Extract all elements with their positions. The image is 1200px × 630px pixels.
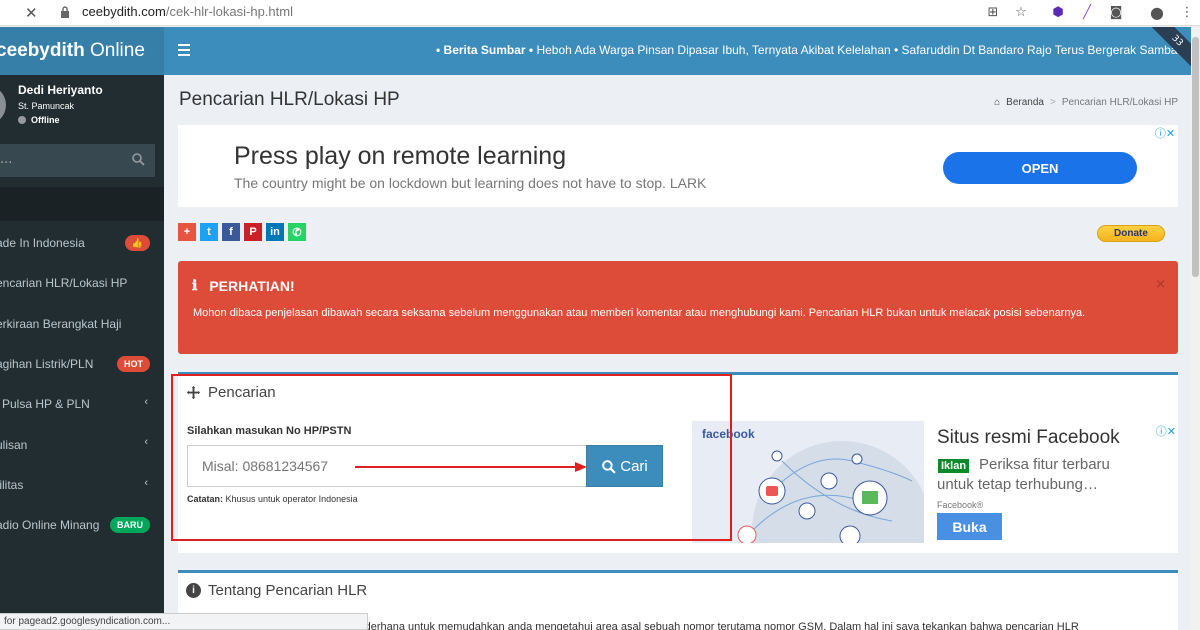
- browser-toolbar: ✕ ceebydith.com/cek-hlr-lokasi-hp.html ⊞…: [0, 0, 1200, 26]
- site-logo[interactable]: ceebydith Online: [0, 27, 164, 75]
- info-circle-icon: i: [186, 583, 201, 598]
- sidebar-item-label: adio Online Minang: [0, 518, 100, 533]
- profile-icon[interactable]: ●: [1148, 3, 1166, 22]
- logo-bold: ceebydith: [0, 40, 85, 61]
- info-icon: ℹ: [192, 277, 198, 293]
- status-dot-icon: [18, 116, 26, 124]
- pinterest-icon[interactable]: P: [244, 223, 262, 241]
- breadcrumb-separator: >: [1049, 97, 1056, 108]
- sidebar-item-label: ade In Indonesia: [0, 236, 85, 251]
- sidebar-item-label: tilitas: [0, 477, 24, 492]
- bookmark-star-icon[interactable]: ☆: [1012, 3, 1030, 21]
- ad-badge: Iklan: [938, 459, 970, 473]
- fb-ad-headline[interactable]: Situs resmi Facebook: [937, 427, 1120, 449]
- logo-rest: Online: [84, 40, 145, 61]
- sidebar: ceebydith Online Dedi Heriyanto St. Pamu…: [0, 27, 164, 630]
- sidebar-item-label: agihan Listrik/PLN: [0, 357, 94, 372]
- chevron-left-icon: ‹: [144, 396, 148, 409]
- sidebar-item-label: erkiraan Berangkat Haji: [0, 316, 122, 331]
- breadcrumb-current: Pencarian HLR/Lokasi HP: [1061, 97, 1178, 108]
- warning-alert: ℹ PERHATIAN! Mohon dibaca penjelasan diba…: [178, 261, 1178, 354]
- extension-cube-icon[interactable]: ⬢: [1049, 3, 1067, 21]
- sidebar-header: [0, 187, 164, 221]
- news-ticker[interactable]: • Berita Sumbar • Heboh Ada Warga Pinsan…: [436, 43, 1184, 57]
- sidebar-search-input[interactable]: ...: [0, 144, 155, 177]
- banner-ad[interactable]: Press play on remote learning The countr…: [178, 125, 1178, 207]
- url-path: /cek-hlr-lokasi-hp.html: [165, 4, 293, 19]
- address-bar[interactable]: ceebydith.com/cek-hlr-lokasi-hp.html: [82, 4, 293, 19]
- sidebar-badge: 👍: [124, 235, 150, 251]
- share-plus-icon[interactable]: +: [178, 223, 196, 241]
- sidebar-item[interactable]: ade In Indonesia 👍: [0, 223, 164, 263]
- user-status: Offline: [18, 115, 60, 125]
- sidebar-item-label: encarian HLR/Lokasi HP: [0, 276, 128, 291]
- sidebar-item[interactable]: i Pulsa HP & PLN ‹: [0, 384, 164, 424]
- alert-title-row: ℹ PERHATIAN!: [192, 277, 295, 294]
- alert-title: PERHATIAN!: [209, 277, 295, 294]
- ticker-text: Heboh Ada Warga Pinsan Dipasar Ibuh, Ter…: [533, 43, 1185, 57]
- browser-status-bar: for pagead2.googlesyndication.com...: [0, 613, 368, 630]
- user-panel: Dedi Heriyanto St. Pamuncak Offline: [0, 75, 164, 143]
- facebook-icon[interactable]: f: [222, 223, 240, 241]
- url-domain: ceebydith.com: [82, 4, 166, 19]
- about-text: si sederhana untuk memudahkan anda menge…: [342, 621, 1079, 630]
- ad-info-icon[interactable]: ⓘ✕: [1156, 423, 1176, 439]
- sidebar-menu: ade In Indonesia 👍 encarian HLR/Lokasi HP e…: [0, 223, 164, 545]
- fb-ad-desc-1: Periksa fitur terbaru: [979, 456, 1110, 473]
- avatar: [0, 85, 6, 125]
- sidebar-item[interactable]: ulisan ‹: [0, 424, 164, 464]
- ticker-label: • Berita Sumbar •: [436, 43, 534, 57]
- camera-icon[interactable]: ◙: [1107, 3, 1125, 21]
- user-title: St. Pamuncak: [18, 101, 75, 111]
- hamburger-menu-icon[interactable]: [178, 44, 190, 56]
- sidebar-search-text: ...: [0, 152, 13, 167]
- ad-subtext: The country might be on lockdown but lea…: [234, 175, 707, 191]
- home-icon: ⌂: [994, 97, 1001, 108]
- fb-ad-open-button[interactable]: Buka: [937, 513, 1002, 540]
- sidebar-item-label: i Pulsa HP & PLN: [0, 397, 90, 412]
- page-title: Pencarian HLR/Lokasi HP: [179, 89, 400, 110]
- chevron-left-icon: ‹: [144, 476, 148, 489]
- breadcrumb-home[interactable]: Beranda: [1006, 97, 1044, 108]
- sidebar-badge: HOT: [117, 355, 150, 372]
- user-status-label: Offline: [31, 115, 60, 125]
- sidebar-item[interactable]: agihan Listrik/PLN HOT: [0, 344, 164, 384]
- chevron-left-icon: ‹: [144, 436, 148, 449]
- extension-pen-icon[interactable]: ╱: [1078, 3, 1096, 21]
- ad-headline[interactable]: Press play on remote learning: [234, 142, 566, 171]
- sidebar-item[interactable]: encarian HLR/Lokasi HP: [0, 263, 164, 303]
- sidebar-item[interactable]: adio Online Minang BARU: [0, 505, 164, 545]
- about-box-title-row: i Tentang Pencarian HLR: [186, 582, 367, 599]
- alert-text: Mohon dibaca penjelasan dibawah secara s…: [193, 307, 1086, 319]
- user-name: Dedi Heriyanto: [18, 83, 103, 97]
- about-box-title: Tentang Pencarian HLR: [208, 582, 368, 599]
- fb-ad-desc-2: untuk tetap terhubung…: [937, 476, 1098, 493]
- scrollbar-thumb[interactable]: [1192, 37, 1199, 277]
- close-icon[interactable]: ×: [1155, 277, 1166, 292]
- ad-info-icon[interactable]: ⓘ✕: [1152, 125, 1178, 141]
- sidebar-badge: BARU: [110, 517, 150, 534]
- menu-kebab-icon[interactable]: ⋮: [1178, 3, 1196, 21]
- translate-icon[interactable]: ⊞: [984, 3, 1002, 21]
- ribbon-text: 33: [1169, 33, 1185, 49]
- page-scrollbar[interactable]: [1191, 27, 1200, 630]
- donate-button[interactable]: Donate: [1097, 225, 1165, 242]
- share-buttons: + t f P in ✆: [178, 223, 306, 241]
- sidebar-item-label: ulisan: [0, 437, 28, 452]
- facebook-ad[interactable]: facebook Situs resmi Facebook Iklan Peri…: [692, 421, 1176, 543]
- linkedin-icon[interactable]: in: [266, 223, 284, 241]
- annotation-highlight-box: [171, 374, 732, 541]
- sidebar-item[interactable]: erkiraan Berangkat Haji: [0, 304, 164, 344]
- sidebar-item[interactable]: tilitas ‹: [0, 465, 164, 505]
- search-icon[interactable]: [131, 152, 145, 166]
- fb-ad-source: Facebook®: [937, 500, 984, 510]
- main-content: Pencarian HLR/Lokasi HP ⌂ Beranda > Penc…: [164, 75, 1200, 630]
- lock-icon[interactable]: [60, 6, 70, 18]
- stop-loading-icon[interactable]: ✕: [25, 4, 38, 22]
- ad-open-button[interactable]: OPEN: [943, 152, 1137, 184]
- twitter-icon[interactable]: t: [200, 223, 218, 241]
- breadcrumb: ⌂ Beranda > Pencarian HLR/Lokasi HP: [994, 97, 1178, 108]
- whatsapp-icon[interactable]: ✆: [288, 223, 306, 241]
- top-navbar: • Berita Sumbar • Heboh Ada Warga Pinsan…: [164, 27, 1200, 75]
